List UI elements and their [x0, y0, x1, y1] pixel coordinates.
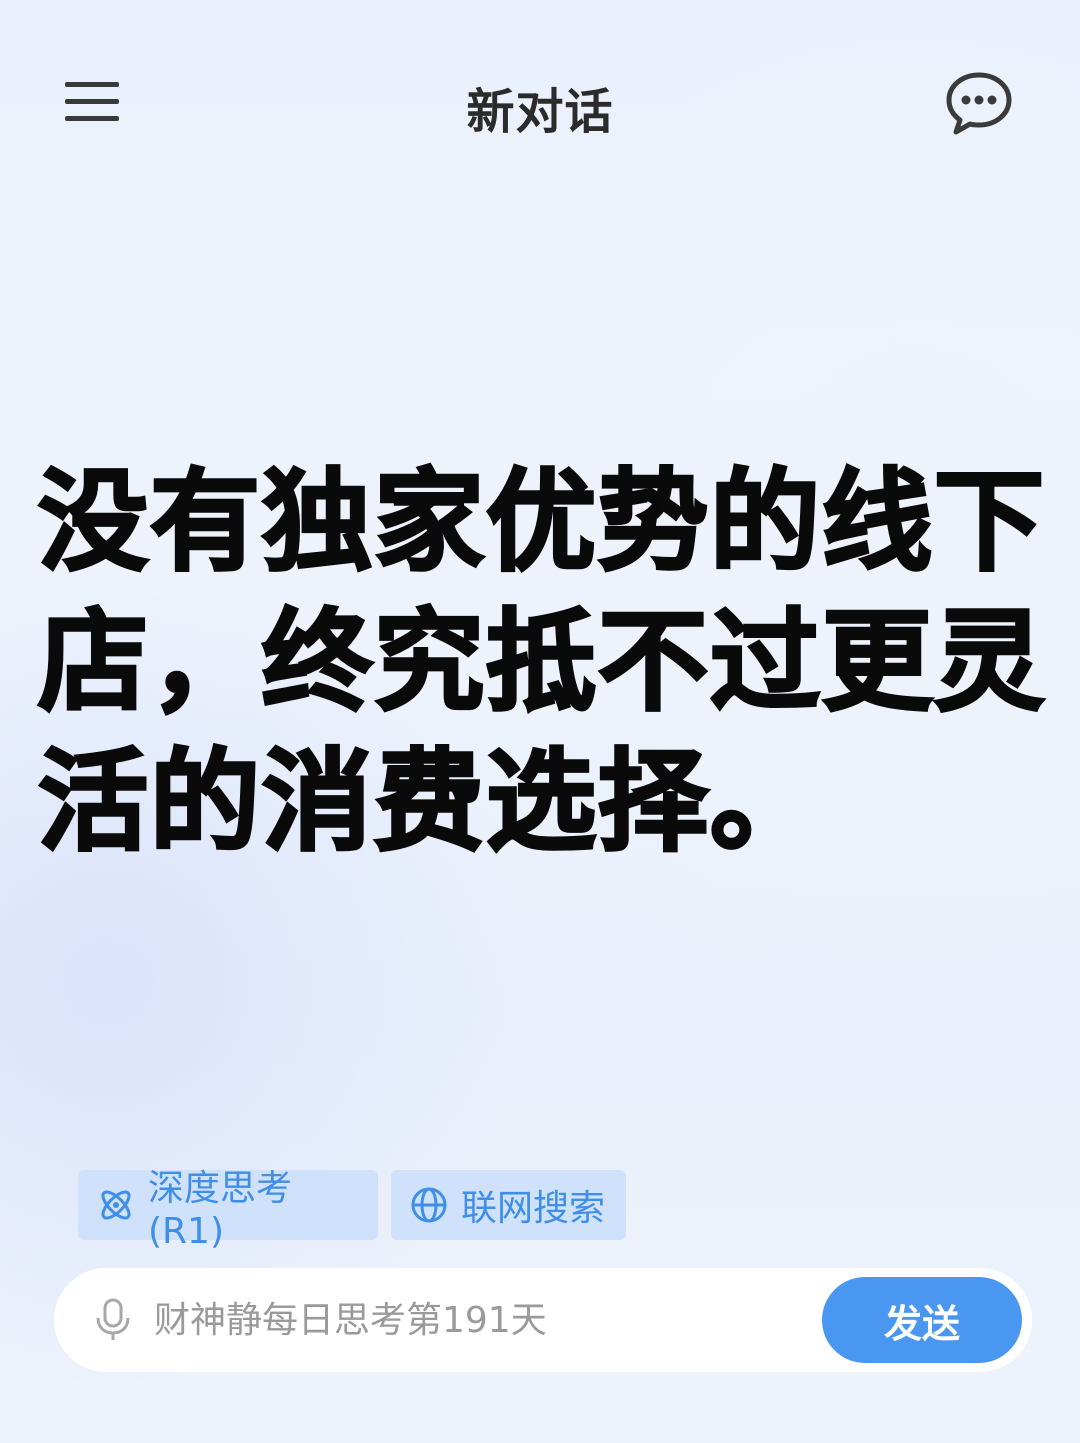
web-search-label: 联网搜索 — [461, 1188, 606, 1229]
message-input-bar: 发送 — [54, 1268, 1032, 1372]
atom-icon — [101, 1190, 131, 1220]
top-bar: 新对话 — [0, 0, 1080, 200]
globe-icon — [411, 1187, 447, 1223]
deep-think-button[interactable]: 深度思考(R1) — [78, 1168, 378, 1252]
chat-bubble-icon[interactable] — [944, 70, 1014, 136]
send-button[interactable]: 发送 — [822, 1277, 1022, 1363]
microphone-icon[interactable] — [94, 1298, 132, 1342]
deep-think-label: 深度思考(R1) — [148, 1167, 293, 1252]
message-input[interactable] — [154, 1290, 814, 1350]
headline-text: 没有独家优势的线下店，终究抵不过更灵活的消费选择。 — [37, 457, 1046, 868]
page-title: 新对话 — [466, 84, 614, 140]
web-search-button[interactable]: 联网搜索 — [391, 1170, 626, 1240]
